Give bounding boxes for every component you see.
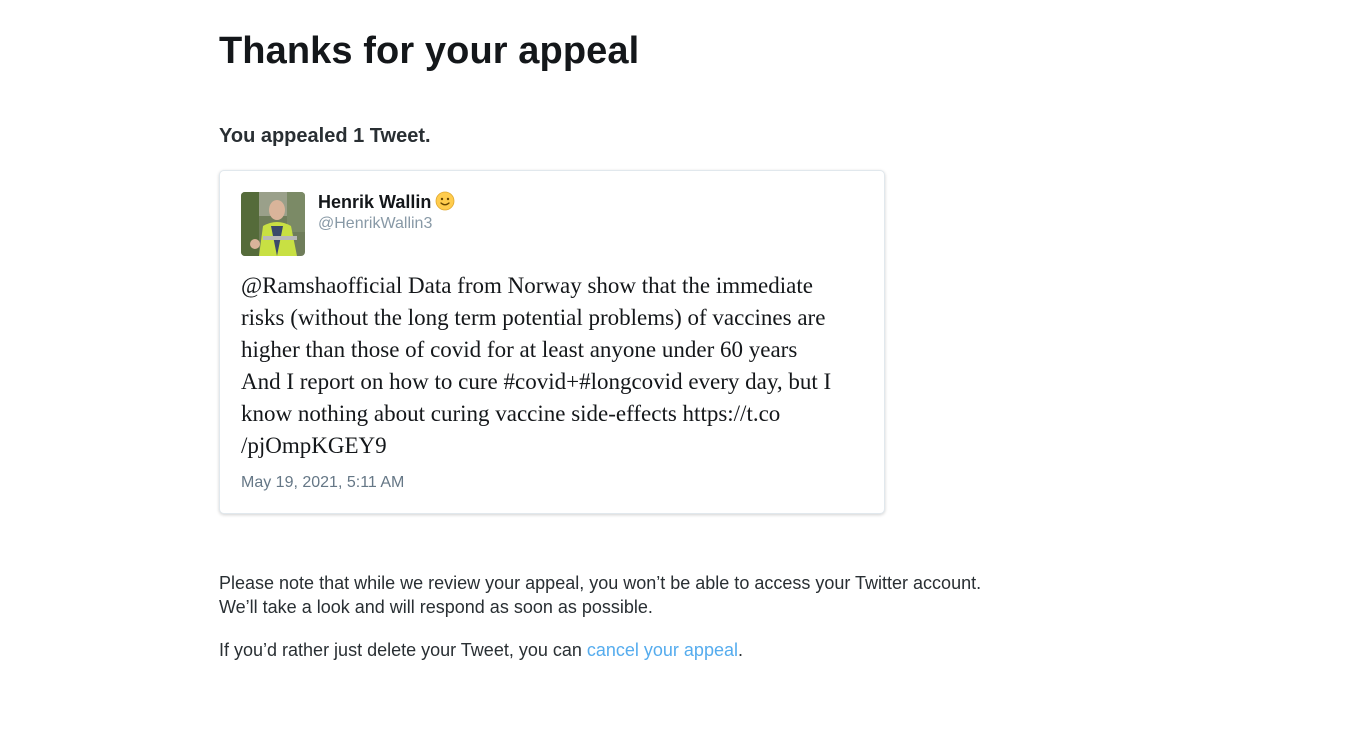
tweet-text-line: And I report on how to cure #covid+#long… [241,369,832,394]
tweet-card: Henrik Wallin @HenrikWallin3 @Ramshaoffi… [219,170,885,514]
page-title: Thanks for your appeal [219,30,640,72]
tweet-text-line: higher than those of covid for at least … [241,337,798,362]
tweet-text-line: risks (without the long term potential p… [241,305,826,330]
slightly-smiling-face-icon [435,191,455,216]
tweet-text-line: /pjOmpKGEY9 [241,433,387,458]
cancel-appeal-prefix: If you’d rather just delete your Tweet, … [219,640,587,660]
tweet-author-handle[interactable]: @HenrikWallin3 [318,215,432,233]
tweet-author-name[interactable]: Henrik Wallin [318,191,455,216]
review-notice: Please note that while we review your ap… [219,571,981,619]
tweet-text-line: know nothing about curing vaccine side-e… [241,401,781,426]
appeal-count-heading: You appealed 1 Tweet. [219,125,431,147]
tweet-timestamp: May 19, 2021, 5:11 AM [241,474,405,491]
cancel-appeal-link[interactable]: cancel your appeal [587,640,738,660]
author-name-text: Henrik Wallin [318,192,432,212]
review-notice-line: Please note that while we review your ap… [219,573,982,593]
tweet-text: @Ramshaofficial Data from Norway show th… [241,270,871,462]
cancel-appeal-paragraph: If you’d rather just delete your Tweet, … [219,638,743,662]
review-notice-line: We’ll take a look and will respond as so… [219,597,653,617]
tweet-text-line: @Ramshaofficial Data from Norway show th… [241,273,813,298]
cancel-appeal-suffix: . [737,640,743,660]
avatar [241,192,305,256]
